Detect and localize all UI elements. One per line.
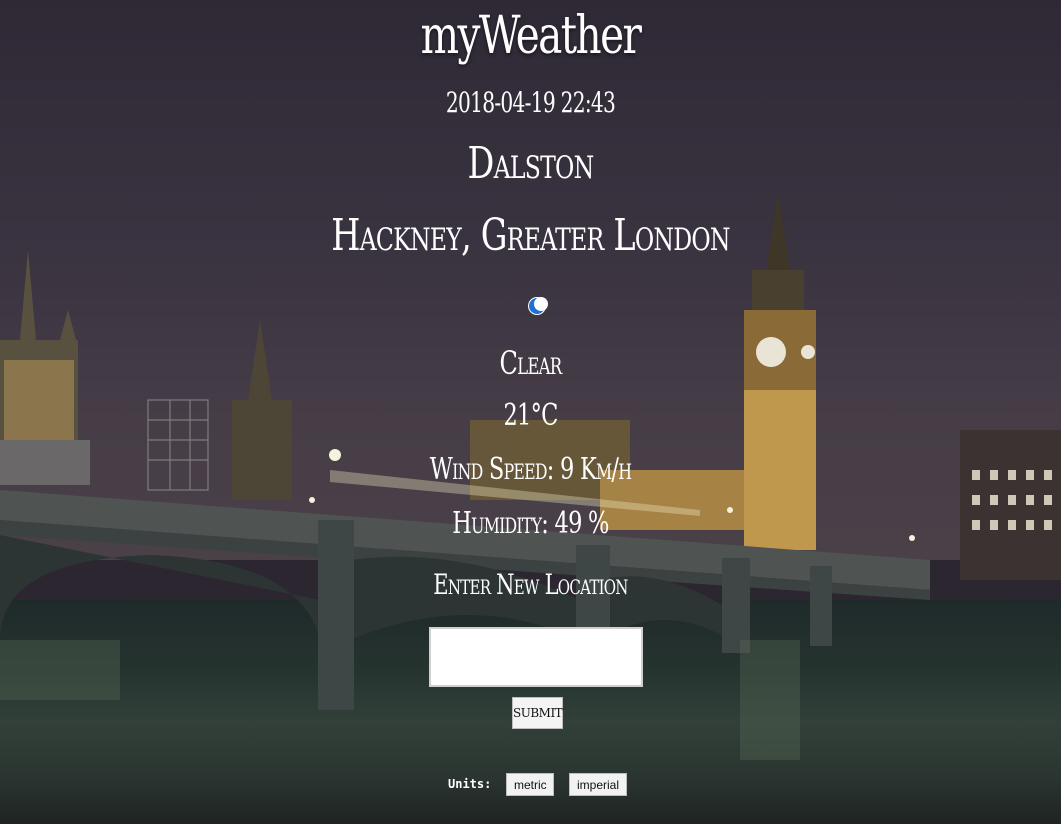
datetime-text: 2018-04-19 22:43 [445, 86, 616, 119]
units-label: Units: [448, 777, 492, 791]
weather-panel: myWeather 2018-04-19 22:43 Dalston Hackn… [0, 0, 1061, 824]
temperature-text: 21°C [503, 398, 558, 433]
imperial-button[interactable]: imperial [569, 773, 627, 796]
wind-speed-text: Wind Speed: 9 Km/h [429, 452, 632, 487]
submit-button[interactable]: SUBMIT [512, 697, 563, 729]
metric-button[interactable]: metric [506, 773, 554, 796]
region-name: Hackney, Greater London [331, 210, 730, 261]
city-name: Dalston [467, 138, 595, 189]
app-title: myWeather [420, 6, 642, 66]
crescent-moon-icon [525, 294, 549, 318]
humidity-text: Humidity: 49 % [452, 506, 609, 541]
location-prompt: Enter New Location [433, 568, 628, 601]
weather-condition: Clear [499, 344, 563, 382]
location-input[interactable] [429, 627, 643, 687]
